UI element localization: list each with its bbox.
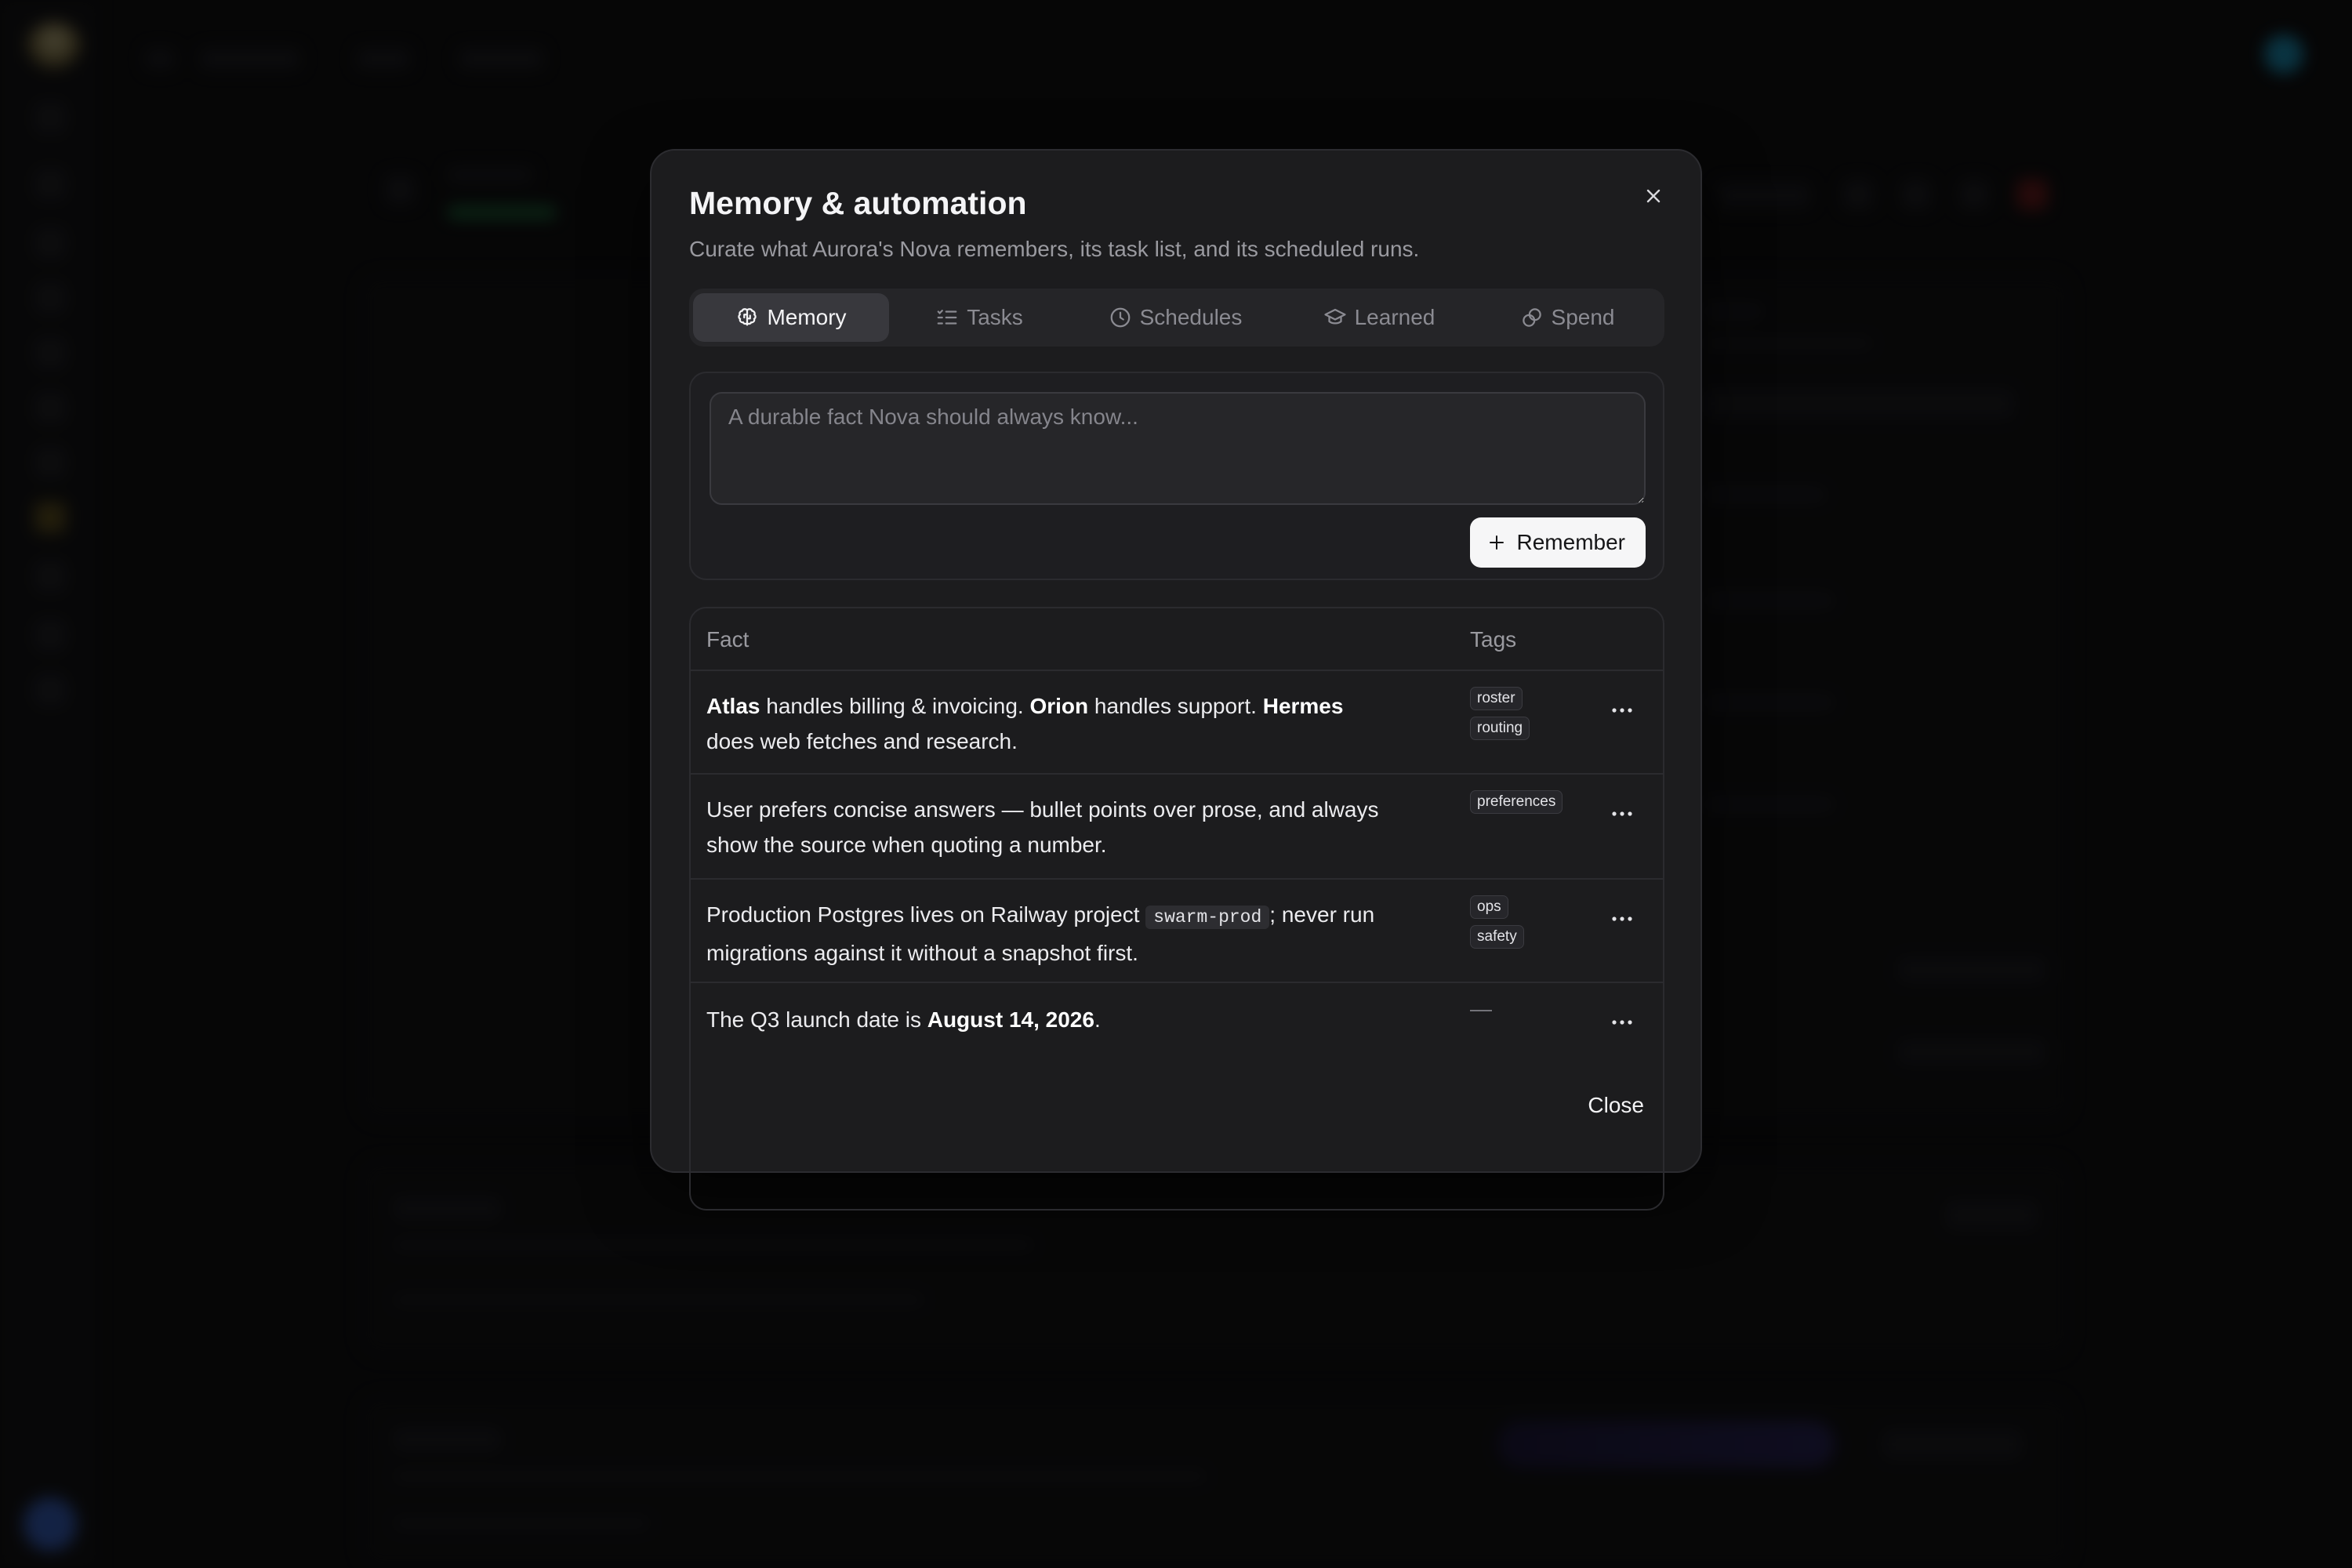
fact-text: Production Postgres lives on Railway pro… <box>706 897 1396 971</box>
coins-icon <box>1522 308 1541 327</box>
brain-icon <box>738 308 757 326</box>
fact-segment: August 14, 2026 <box>927 1007 1094 1032</box>
tab-label: Tasks <box>967 305 1023 329</box>
tag-badge: roster <box>1470 687 1523 710</box>
clock-icon <box>1110 307 1130 328</box>
column-header-tags: Tags <box>1470 627 1517 652</box>
fact-segment: Orion <box>1029 694 1089 718</box>
row-actions-button[interactable] <box>1606 695 1638 726</box>
tag-badge: routing <box>1470 717 1530 740</box>
tab-learned[interactable]: Learned <box>1281 293 1477 342</box>
tag-badge: ops <box>1470 895 1508 919</box>
memory-compose: Remember <box>689 372 1664 580</box>
row-actions-button[interactable] <box>1606 903 1638 935</box>
inline-code: swarm-prod <box>1145 906 1270 929</box>
table-row: Atlas handles billing & invoicing. Orion… <box>691 671 1663 775</box>
memory-automation-dialog: Memory & automation Curate what Aurora's… <box>650 149 1702 1210</box>
table-header: Fact Tags <box>691 608 1663 671</box>
tab-bar: Memory Tasks Schedules Learned Spend <box>689 289 1664 347</box>
more-horizontal-icon <box>1612 916 1632 921</box>
remember-label: Remember <box>1516 530 1625 554</box>
table-row: Production Postgres lives on Railway pro… <box>691 880 1663 983</box>
close-dialog-button[interactable]: Close <box>1588 1087 1644 1124</box>
tab-tasks[interactable]: Tasks <box>889 293 1069 342</box>
fact-segment: User prefers concise answers — bullet po… <box>706 797 1379 857</box>
tag-list: — <box>1470 996 1492 1021</box>
more-horizontal-icon <box>1612 1020 1632 1025</box>
fact-segment: Production Postgres lives on Railway pro… <box>706 902 1146 927</box>
graduation-cap-icon <box>1323 308 1346 325</box>
fact-segment: . <box>1094 1007 1101 1032</box>
fact-segment: Atlas <box>706 694 760 718</box>
dialog-subtitle: Curate what Aurora's Nova remembers, its… <box>689 237 1420 261</box>
tag-badge: safety <box>1470 925 1524 949</box>
plus-icon <box>1489 535 1504 550</box>
fact-input[interactable] <box>710 392 1646 505</box>
tag-list: roster routing <box>1470 687 1530 740</box>
tag-badge: preferences <box>1470 790 1563 814</box>
no-tags: — <box>1470 996 1492 1021</box>
fact-text: The Q3 launch date is August 14, 2026. <box>706 1002 1396 1037</box>
fact-text: Atlas handles billing & invoicing. Orion… <box>706 688 1396 759</box>
tab-label: Memory <box>767 305 847 329</box>
more-horizontal-icon <box>1612 708 1632 713</box>
tag-list: ops safety <box>1470 895 1524 949</box>
checklist-icon <box>937 310 957 325</box>
row-actions-button[interactable] <box>1606 1007 1638 1038</box>
fact-segment: does web fetches and research. <box>706 729 1018 753</box>
close-icon <box>1646 189 1661 203</box>
fact-segment: handles billing & invoicing. <box>760 694 1030 718</box>
fact-segment: Hermes <box>1262 694 1344 718</box>
tab-label: Learned <box>1354 305 1436 329</box>
remember-button[interactable]: Remember <box>1469 517 1646 568</box>
table-row: User prefers concise answers — bullet po… <box>691 775 1663 880</box>
close-button[interactable] <box>1636 179 1671 213</box>
dialog-title: Memory & automation <box>689 185 1027 221</box>
fact-text: User prefers concise answers — bullet po… <box>706 792 1396 862</box>
tab-label: Schedules <box>1139 305 1243 329</box>
tab-schedules[interactable]: Schedules <box>1069 293 1281 342</box>
tab-spend[interactable]: Spend <box>1477 293 1657 342</box>
tag-list: preferences <box>1470 790 1563 814</box>
more-horizontal-icon <box>1612 811 1632 816</box>
fact-segment: handles support. <box>1088 694 1263 718</box>
column-header-fact: Fact <box>706 627 750 652</box>
fact-segment: The Q3 launch date is <box>706 1007 927 1032</box>
facts-table: Fact Tags Atlas handles billing & invoic… <box>689 607 1664 1210</box>
tab-memory[interactable]: Memory <box>693 293 889 342</box>
table-row: The Q3 launch date is August 14, 2026. — <box>691 983 1663 1060</box>
tab-label: Spend <box>1551 305 1615 329</box>
row-actions-button[interactable] <box>1606 798 1638 829</box>
